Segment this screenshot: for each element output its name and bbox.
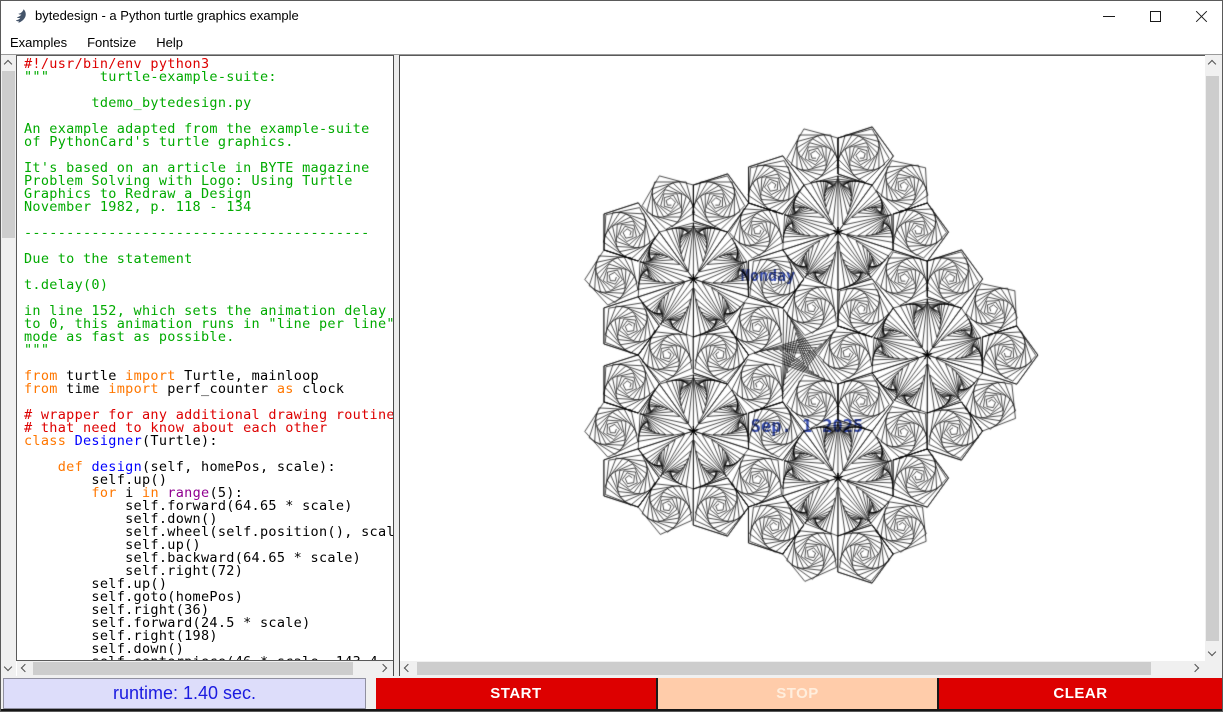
code-line: tdemo_bytedesign.py: [24, 97, 393, 110]
code-line: """: [24, 344, 393, 357]
scroll-left-icon[interactable]: [17, 661, 32, 676]
scroll-up-icon[interactable]: [1, 55, 16, 70]
scroll-left-icon[interactable]: [400, 661, 415, 676]
scroll-down-icon[interactable]: [1, 661, 16, 676]
start-button[interactable]: START: [376, 678, 656, 709]
turtle-canvas-area: [400, 55, 1205, 661]
menu-examples[interactable]: Examples: [1, 31, 77, 54]
canvas-hscrollbar-thumb[interactable]: [417, 662, 1151, 675]
menu-bar: Examples Fontsize Help: [1, 31, 1223, 54]
menu-help[interactable]: Help: [146, 31, 193, 54]
minimize-icon: [1103, 16, 1115, 17]
code-line: Due to the statement: [24, 253, 393, 266]
status-bar: runtime: 1.40 sec. START STOP CLEAR: [1, 678, 1223, 709]
title-bar: bytedesign - a Python turtle graphics ex…: [1, 1, 1223, 31]
pane-divider: [393, 55, 400, 678]
stop-button[interactable]: STOP: [658, 678, 937, 709]
scroll-up-icon[interactable]: [1205, 55, 1220, 70]
turtle-canvas: [400, 57, 1205, 662]
code-hscrollbar: [17, 661, 393, 676]
canvas-vscrollbar-thumb[interactable]: [1206, 76, 1219, 641]
python-feather-icon: [13, 8, 29, 24]
minimize-button[interactable]: [1086, 1, 1132, 31]
code-hscrollbar-thumb[interactable]: [33, 662, 353, 675]
scroll-right-icon[interactable]: [1190, 661, 1205, 676]
scroll-down-icon[interactable]: [1205, 646, 1220, 661]
code-line: November 1982, p. 118 - 134: [24, 201, 393, 214]
code-vscrollbar: [1, 55, 16, 661]
runtime-label: runtime: 1.40 sec.: [3, 678, 366, 709]
code-line: t.delay(0): [24, 279, 393, 292]
scrollbar-corner: [1205, 661, 1223, 676]
code-line: mode as fast as possible.: [24, 331, 393, 344]
code-line: ----------------------------------------…: [24, 227, 393, 240]
menu-fontsize[interactable]: Fontsize: [77, 31, 146, 54]
clear-button[interactable]: CLEAR: [939, 678, 1222, 709]
code-line: from time import perf_counter as clock: [24, 383, 393, 396]
scroll-right-icon[interactable]: [378, 661, 393, 676]
code-vscrollbar-thumb[interactable]: [2, 71, 15, 238]
code-line: class Designer(Turtle):: [24, 435, 393, 448]
code-line: of PythonCard's turtle graphics.: [24, 136, 393, 149]
canvas-vscrollbar: [1205, 55, 1220, 661]
window-title: bytedesign - a Python turtle graphics ex…: [35, 8, 299, 23]
canvas-hscrollbar: [400, 661, 1205, 676]
code-line: """ turtle-example-suite:: [24, 71, 393, 84]
app-window: bytedesign - a Python turtle graphics ex…: [0, 0, 1223, 712]
window-controls: [1086, 1, 1223, 31]
maximize-button[interactable]: [1132, 1, 1178, 31]
close-button[interactable]: [1178, 1, 1223, 31]
maximize-icon: [1150, 11, 1161, 22]
code-editor[interactable]: #!/usr/bin/env python3""" turtle-example…: [16, 55, 393, 661]
